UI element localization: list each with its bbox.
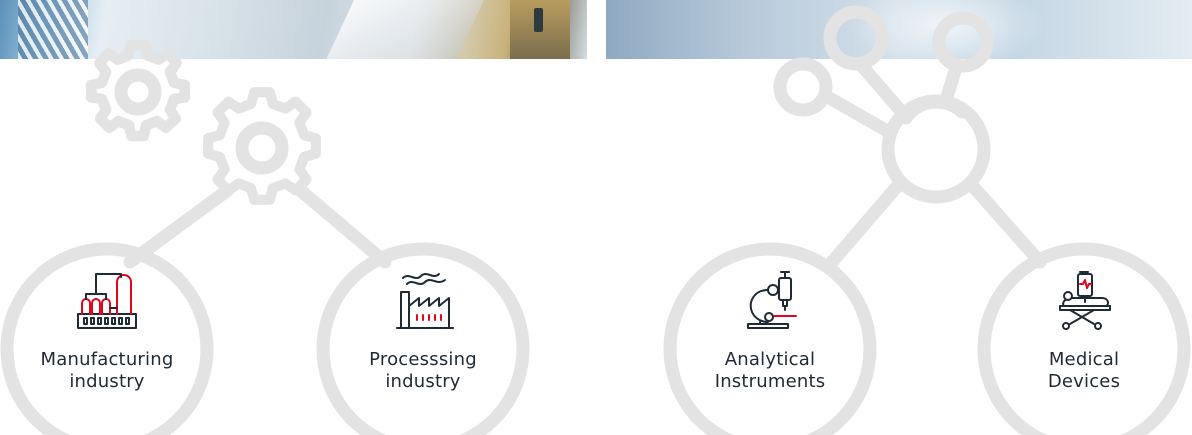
factory-smoke-icon [396, 273, 454, 329]
category-label: Analytical Instruments [714, 349, 826, 392]
hospital-bed-monitor-icon [1059, 271, 1111, 330]
manufacturing-plant-icon [77, 273, 137, 329]
category-manufacturing-industry[interactable]: Manufacturing industry [7, 248, 207, 435]
category-label: Medical Devices [1047, 349, 1121, 392]
category-processing-industry[interactable]: Processsing industry [323, 248, 523, 435]
industry-categories-section: Manufacturing industry Processsing indus… [0, 0, 1192, 435]
microscope-icon [747, 271, 797, 329]
category-medical-devices[interactable]: Medical Devices [984, 248, 1184, 435]
category-label: Manufacturing industry [40, 349, 174, 392]
category-analytical-instruments[interactable]: Analytical Instruments [670, 248, 870, 435]
molecule-icon [773, 5, 994, 204]
category-label: Processsing industry [369, 349, 477, 392]
gear-icon [85, 39, 191, 142]
